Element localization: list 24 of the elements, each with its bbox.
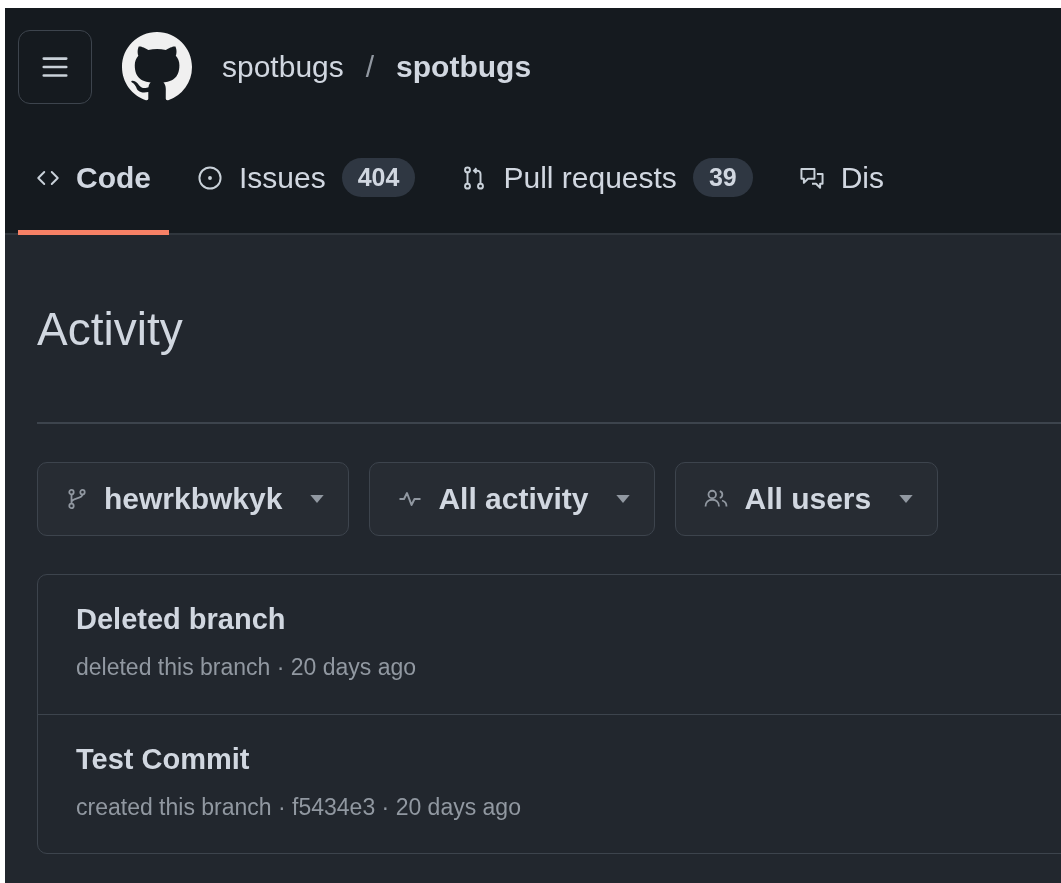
activity-title: Test Commit	[76, 743, 251, 776]
count-badge: 404	[341, 158, 416, 197]
menu-button[interactable]	[18, 29, 92, 104]
caret-icon	[616, 495, 631, 503]
activity-meta: created this branch · f5434e3 · 20 days ago	[76, 794, 522, 821]
count-badge: 39	[692, 158, 753, 197]
nav-tab[interactable]: Pull requests 39	[443, 125, 771, 235]
owner-link[interactable]: spotbugs	[222, 49, 344, 84]
caret-icon	[899, 495, 914, 503]
filter-dropdown[interactable]: All users	[675, 462, 939, 536]
branch-icon	[66, 488, 88, 510]
caret-icon	[310, 495, 325, 503]
filter-dropdown[interactable]: hewrkbwkyk	[37, 462, 350, 536]
activity-meta: deleted this branch · 20 days ago	[76, 654, 418, 681]
nav-tab[interactable]: Issues 404	[179, 125, 434, 235]
activity-title: Deleted branch	[76, 603, 287, 636]
repo-link[interactable]: spotbugs	[396, 49, 532, 84]
octocat-logo-icon[interactable]	[122, 31, 192, 102]
page-title: Activity	[37, 235, 1061, 424]
path-separator: /	[365, 49, 375, 84]
nav-tab[interactable]: Code	[18, 125, 169, 235]
circle-dot-icon	[197, 164, 223, 191]
nav-tab[interactable]: Dis	[780, 125, 903, 235]
filter-dropdown[interactable]: All activity	[369, 462, 656, 536]
